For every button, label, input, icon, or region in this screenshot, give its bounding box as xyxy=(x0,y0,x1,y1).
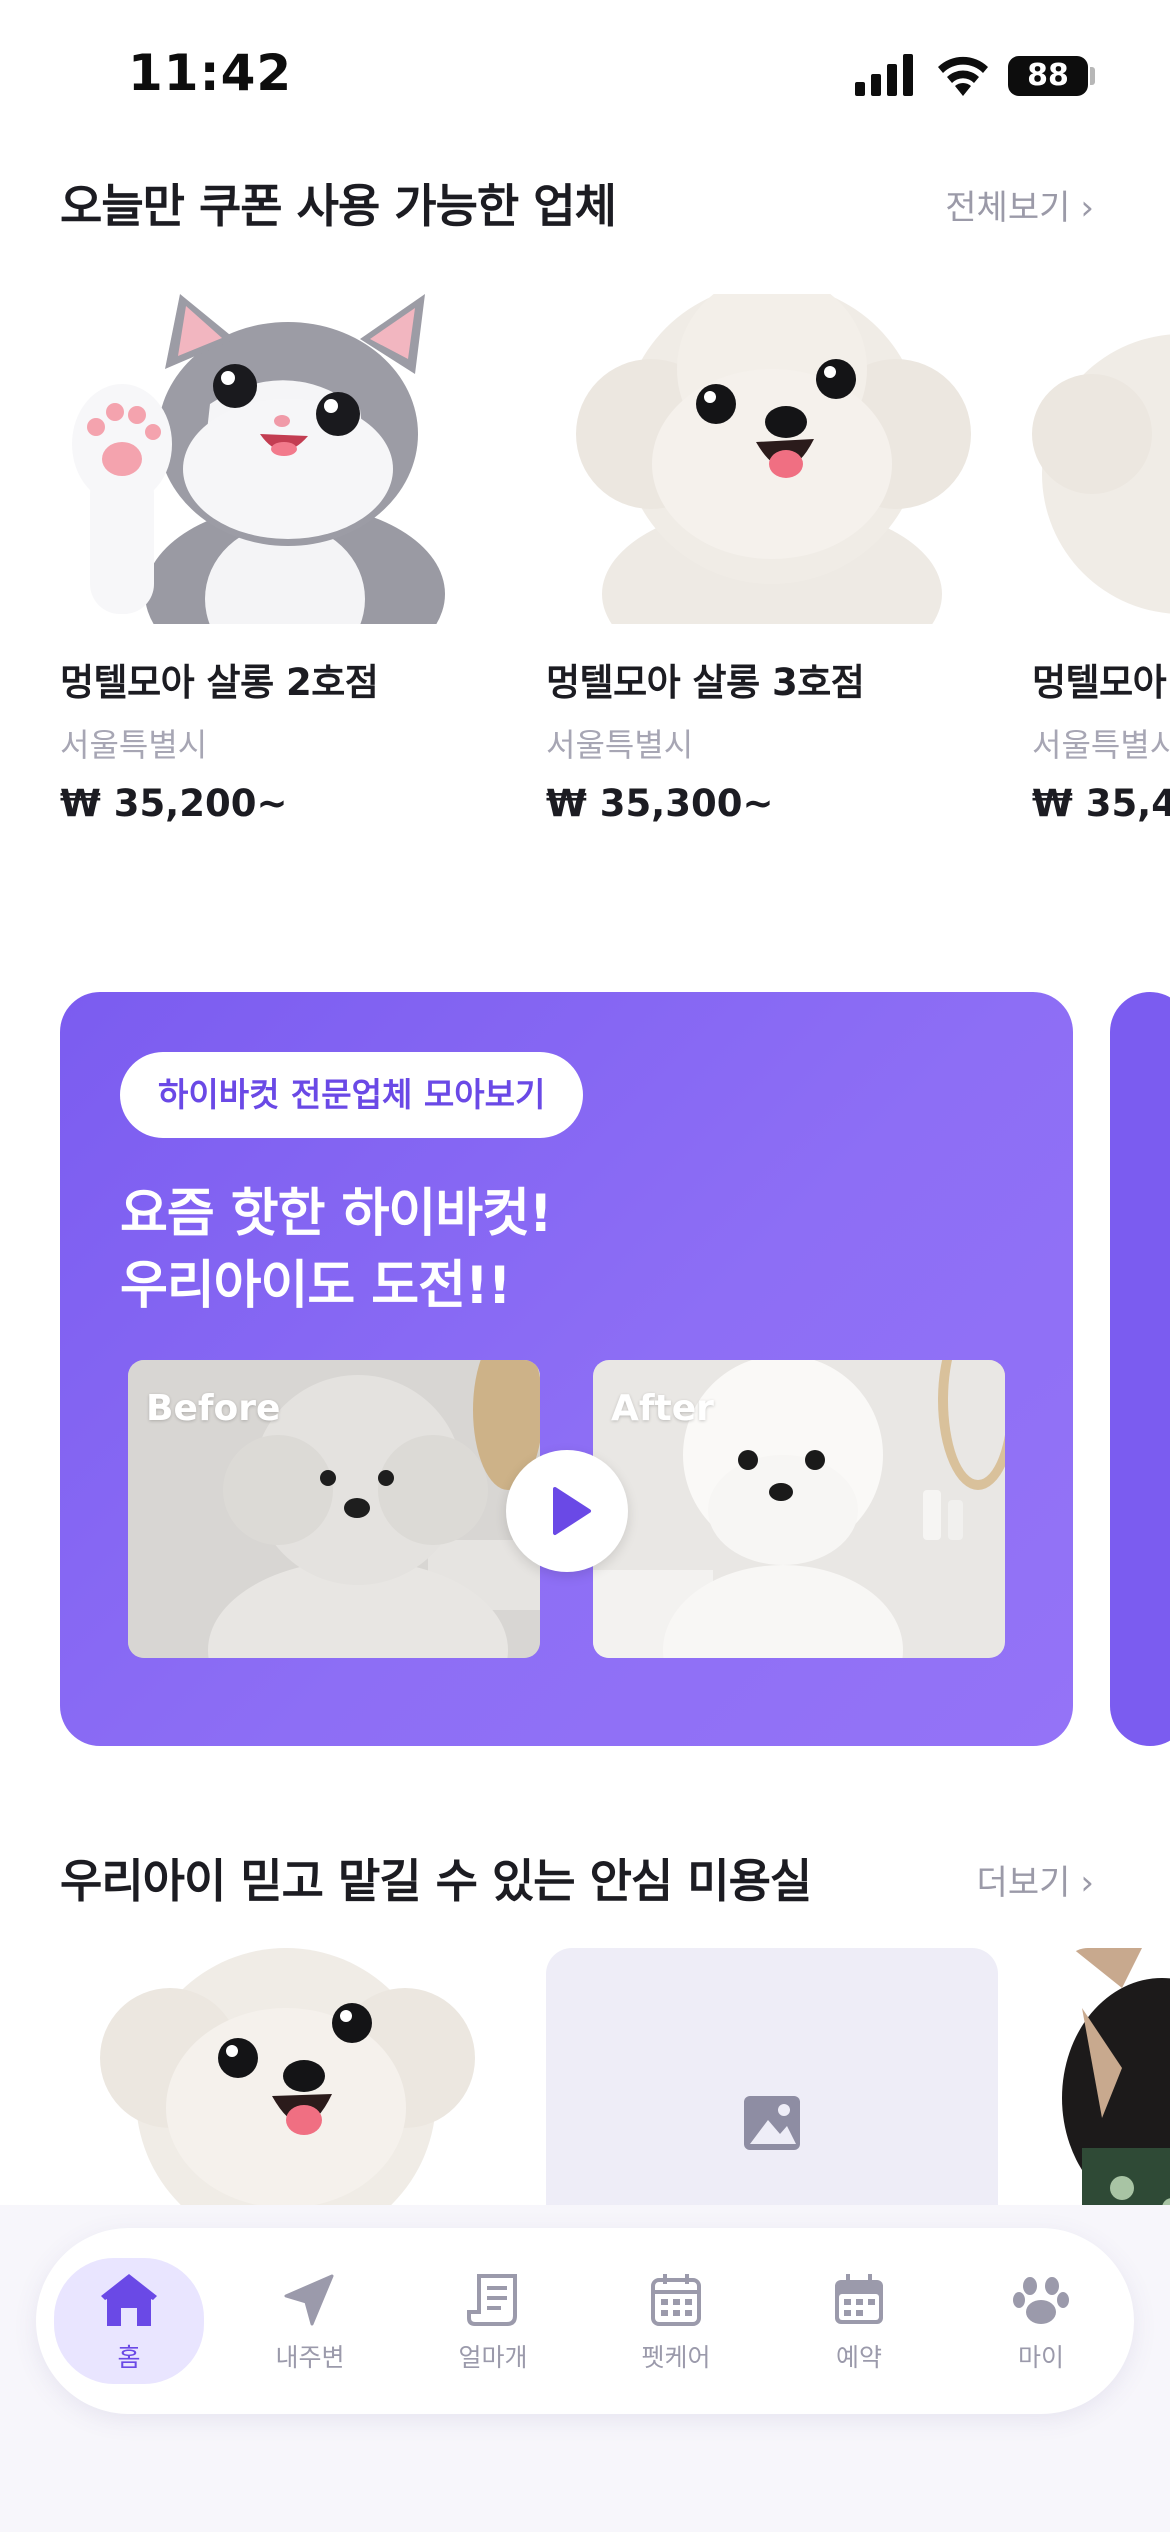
after-label: After xyxy=(611,1388,714,1429)
shop-price: ₩ 35,300~ xyxy=(546,782,774,825)
tab-petcare[interactable]: 펫케어 xyxy=(601,2258,751,2384)
battery-tip xyxy=(1090,67,1095,85)
banner-headline-line2: 우리아이도 도전!! xyxy=(120,1256,511,1316)
paw-icon xyxy=(1013,2277,1069,2324)
see-all-link[interactable]: 전체보기 › xyxy=(945,180,1094,229)
receipt-icon xyxy=(467,2274,517,2326)
location-arrow-icon xyxy=(284,2274,334,2326)
next-banner-peek[interactable] xyxy=(1110,992,1170,1746)
shop-card[interactable]: 멍텔모아 서울특별시 ₩ 35,4 xyxy=(1032,294,1170,825)
tab-my-label: 마이 xyxy=(1017,2343,1064,2372)
shop-name: 멍텔모아 xyxy=(1032,661,1167,704)
salon-card-list xyxy=(0,1948,1170,2208)
bichon-illustration xyxy=(1032,294,1170,624)
shop-image-bichon xyxy=(546,294,998,624)
more-label: 더보기 xyxy=(976,1863,1071,1903)
tab-petcare-label: 펫케어 xyxy=(641,2343,711,2372)
see-all-label: 전체보기 xyxy=(945,188,1071,228)
shop-image-bichon xyxy=(1032,294,1170,624)
image-placeholder-icon xyxy=(744,2096,800,2150)
wifi-icon xyxy=(938,56,988,96)
shop-location: 서울특별시 xyxy=(546,726,694,764)
banner-headline: 요즘 핫한 하이바컷! 우리아이도 도전!! xyxy=(120,1178,553,1322)
play-button[interactable] xyxy=(506,1450,628,1572)
tab-home[interactable]: 홈 xyxy=(54,2258,204,2384)
kitten-illustration xyxy=(60,294,512,624)
cellular-signal-icon xyxy=(855,54,913,96)
shop-name: 멍텔모아 살롱 3호점 xyxy=(546,661,865,704)
chevron-right-icon: › xyxy=(1080,1863,1094,1903)
calendar-grid-icon xyxy=(651,2274,701,2326)
status-bar: 11:42 88 xyxy=(0,0,1170,150)
tab-reservation[interactable]: 예약 xyxy=(784,2258,934,2384)
bichon-illustration xyxy=(60,1948,512,2208)
tab-reservation-label: 예약 xyxy=(835,2343,882,2372)
bichon-illustration xyxy=(546,294,998,624)
tab-my[interactable]: 마이 xyxy=(966,2258,1116,2384)
status-time: 11:42 xyxy=(128,44,293,102)
shop-card[interactable]: 멍텔모아 살롱 3호점 서울특별시 ₩ 35,300~ xyxy=(546,294,998,825)
shop-location: 서울특별시 xyxy=(60,726,208,764)
tab-nearby-label: 내주변 xyxy=(275,2343,345,2372)
tab-home-label: 홈 xyxy=(117,2343,141,2372)
salon-card[interactable] xyxy=(546,1948,998,2208)
tab-price-label: 얼마개 xyxy=(458,2343,528,2372)
chihuahua-illustration xyxy=(1062,1948,1170,2208)
salon-card[interactable] xyxy=(60,1948,512,2208)
shop-name: 멍텔모아 살롱 2호점 xyxy=(60,661,379,704)
bottom-tab-bar: 홈 내주변 얼마개 펫케어 예약 마이 xyxy=(36,2228,1134,2414)
shop-image-kitten xyxy=(60,294,512,624)
tab-nearby[interactable]: 내주변 xyxy=(235,2258,385,2384)
before-photo: Before xyxy=(128,1360,540,1658)
coupon-card-list: 멍텔모아 살롱 2호점 서울특별시 ₩ 35,200~ 멍텔모아 살롱 3호점 … xyxy=(0,294,1170,834)
play-icon xyxy=(553,1487,591,1535)
more-link[interactable]: 더보기 › xyxy=(977,1855,1094,1904)
tab-price[interactable]: 얼마개 xyxy=(418,2258,568,2384)
shop-card[interactable]: 멍텔모아 살롱 2호점 서울특별시 ₩ 35,200~ xyxy=(60,294,512,825)
promo-banner[interactable]: 하이바컷 전문업체 모아보기 요즘 핫한 하이바컷! 우리아이도 도전!! Be… xyxy=(60,992,1073,1746)
chevron-right-icon: › xyxy=(1080,188,1094,228)
shop-price: ₩ 35,200~ xyxy=(60,782,288,825)
before-label: Before xyxy=(146,1388,281,1429)
shop-location: 서울특별시 xyxy=(1032,726,1170,764)
salon-section-title: 우리아이 믿고 맡길 수 있는 안심 미용실 xyxy=(60,1854,812,1908)
banner-chip-button[interactable]: 하이바컷 전문업체 모아보기 xyxy=(120,1052,584,1138)
banner-headline-line1: 요즘 핫한 하이바컷! xyxy=(120,1184,553,1244)
home-icon xyxy=(101,2274,157,2326)
salon-card[interactable] xyxy=(1062,1948,1170,2208)
battery-indicator: 88 xyxy=(1008,56,1088,96)
shop-price: ₩ 35,4 xyxy=(1032,782,1170,825)
calendar-icon xyxy=(835,2274,883,2324)
coupon-section-title: 오늘만 쿠폰 사용 가능한 업체 xyxy=(60,179,617,233)
after-photo: After xyxy=(593,1360,1005,1658)
